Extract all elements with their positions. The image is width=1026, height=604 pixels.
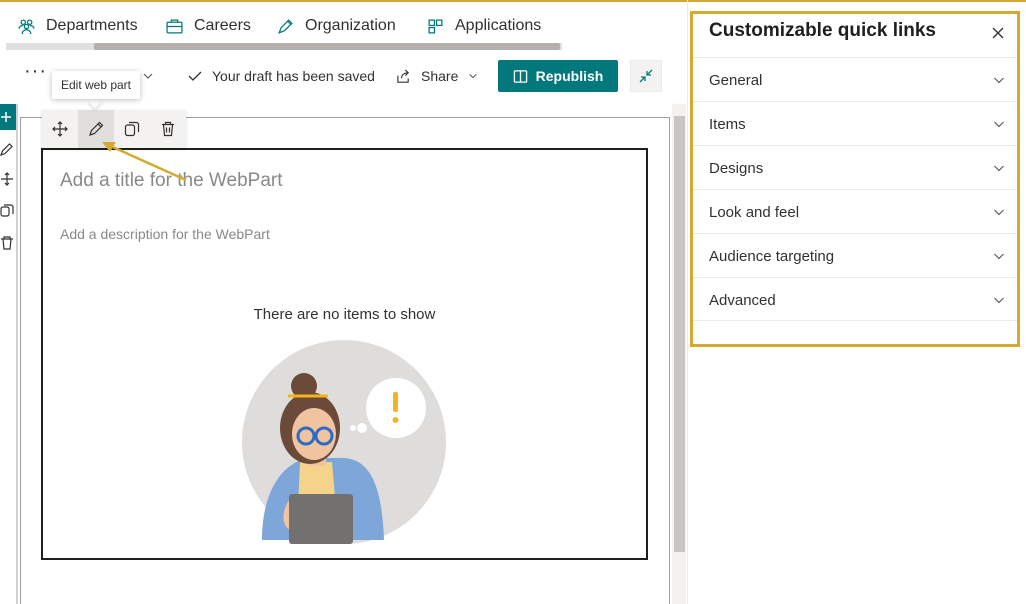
webpart-toolbar (42, 110, 186, 148)
copy-icon (124, 121, 140, 137)
horizontal-scrollbar-thumb[interactable] (94, 43, 560, 50)
plus-icon (1, 112, 11, 122)
property-pane-title: Customizable quick links (709, 20, 936, 41)
chevron-down-icon (994, 297, 1004, 304)
move-section-icon[interactable] (0, 172, 14, 186)
pen-icon (277, 18, 293, 34)
empty-state-illustration (242, 340, 446, 544)
accordion-label: Look and feel (709, 203, 800, 221)
close-icon[interactable] (990, 25, 1006, 41)
checkmark-icon (188, 71, 202, 81)
section-divider (693, 320, 1017, 321)
move-webpart-button[interactable] (42, 110, 78, 148)
briefcase-icon (166, 18, 183, 34)
accordion-advanced[interactable]: Advanced (693, 278, 1017, 322)
draft-status: Your draft has been saved (188, 66, 375, 86)
webpart-title-input[interactable]: Add a title for the WebPart (60, 170, 283, 192)
duplicate-webpart-button[interactable] (114, 110, 150, 148)
trash-icon (162, 121, 174, 137)
nav-item-label: Organization (305, 17, 396, 34)
accordion-items[interactable]: Items (693, 102, 1017, 146)
add-section-button[interactable] (0, 104, 16, 130)
chevron-down-icon[interactable] (142, 70, 154, 82)
rail-divider (16, 104, 18, 604)
accordion-label: Items (709, 115, 746, 133)
share-button[interactable]: Share (396, 66, 478, 86)
chevron-down-icon (994, 209, 1004, 216)
chevron-down-icon (994, 77, 1004, 84)
republish-label: Republish (535, 68, 604, 84)
accordion-label: Designs (709, 159, 764, 177)
nav-item-applications[interactable]: Applications (427, 14, 541, 38)
edit-webpart-button[interactable] (78, 110, 114, 148)
accordion-general[interactable]: General (693, 58, 1017, 102)
panel-divider (687, 0, 688, 604)
collapse-button[interactable] (630, 60, 662, 92)
chevron-down-icon (469, 73, 478, 79)
collapse-icon (639, 69, 653, 83)
book-icon (513, 69, 527, 83)
nav-item-label: Careers (194, 17, 251, 34)
nav-item-organization[interactable]: Organization (277, 14, 396, 38)
republish-button[interactable]: Republish (498, 60, 618, 92)
accordion-designs[interactable]: Designs (693, 146, 1017, 190)
pencil-icon (89, 121, 104, 136)
chevron-down-icon (994, 121, 1004, 128)
move-icon (52, 121, 68, 137)
accordion-label: Audience targeting (709, 247, 835, 265)
accordion-label: Advanced (709, 291, 776, 309)
accordion-look-and-feel[interactable]: Look and feel (693, 190, 1017, 234)
webpart-description-input[interactable]: Add a description for the WebPart (60, 226, 270, 242)
chevron-down-icon (994, 253, 1004, 260)
top-accent-line (0, 0, 1026, 2)
nav-item-departments[interactable]: Departments (18, 14, 138, 38)
nav-item-careers[interactable]: Careers (166, 14, 251, 38)
nav-item-label: Applications (455, 17, 542, 34)
nav-item-label: Departments (46, 17, 138, 34)
empty-state-message: There are no items to show (253, 306, 436, 323)
draft-status-text: Your draft has been saved (212, 68, 375, 84)
share-icon (397, 69, 409, 83)
edit-webpart-tooltip: Edit web part (52, 71, 140, 99)
duplicate-section-icon[interactable] (0, 204, 14, 218)
more-options-button[interactable]: ··· (24, 61, 47, 81)
share-label: Share (421, 68, 459, 84)
accordion-audience-targeting[interactable]: Audience targeting (693, 234, 1017, 278)
people-icon (18, 18, 35, 34)
vertical-scrollbar-thumb[interactable] (674, 116, 685, 552)
chevron-down-icon (994, 165, 1004, 172)
delete-section-icon[interactable] (0, 236, 14, 250)
edit-section-icon[interactable] (0, 142, 14, 156)
apps-icon (428, 18, 443, 34)
delete-webpart-button[interactable] (150, 110, 186, 148)
accordion-label: General (709, 71, 763, 89)
